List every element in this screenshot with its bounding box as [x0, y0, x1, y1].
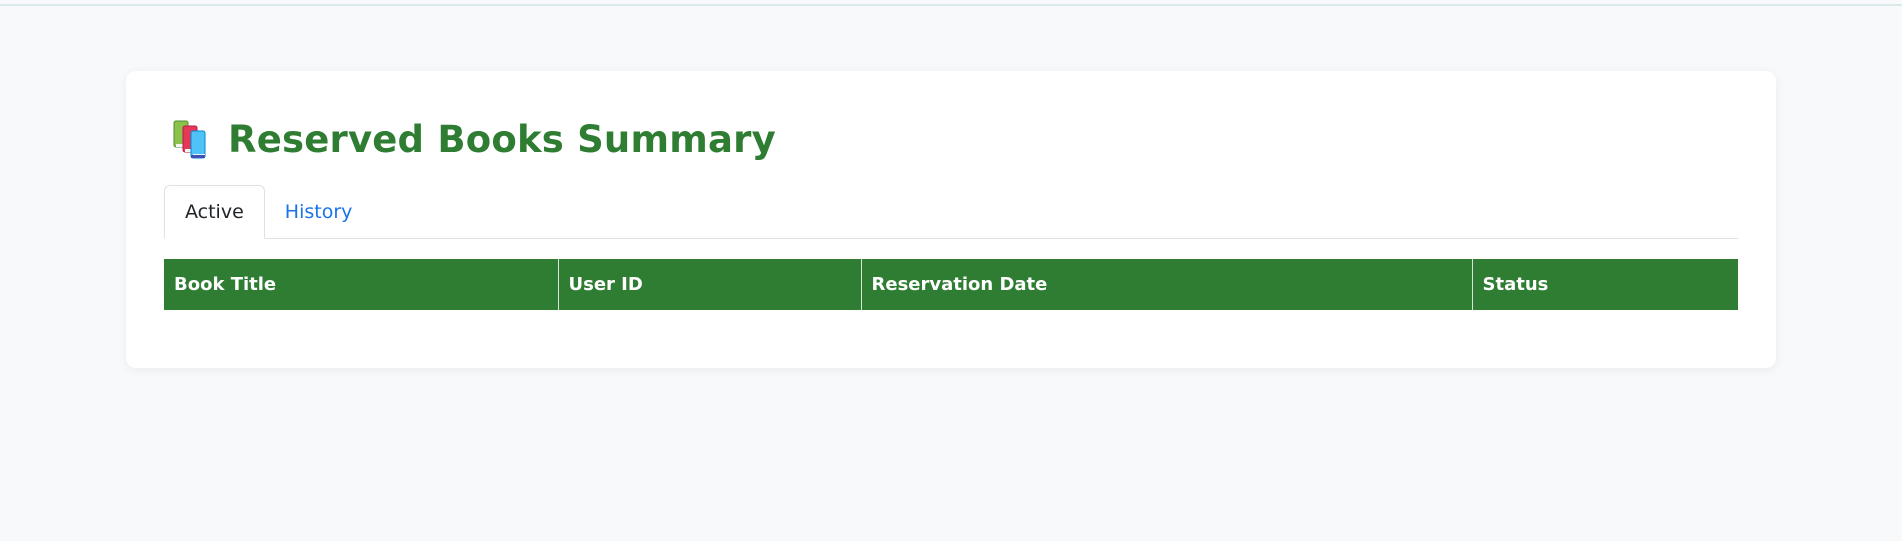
- page-title: Reserved Books Summary: [228, 117, 776, 161]
- books-icon: [170, 117, 214, 161]
- tab-history[interactable]: History: [265, 185, 373, 238]
- reservations-table-wrap: Book Title User ID Reservation Date Stat…: [164, 259, 1738, 310]
- title-row: Reserved Books Summary: [170, 111, 776, 167]
- column-header-user-id[interactable]: User ID: [558, 259, 862, 310]
- table-header-row: Book Title User ID Reservation Date Stat…: [164, 259, 1738, 310]
- reservations-card: Reserved Books Summary Active History Bo…: [126, 71, 1776, 368]
- tab-active[interactable]: Active: [164, 185, 265, 239]
- top-border: [0, 0, 1902, 6]
- tab-bar: Active History: [164, 185, 1738, 239]
- column-header-reservation-date[interactable]: Reservation Date: [861, 259, 1473, 310]
- column-header-book-title[interactable]: Book Title: [164, 259, 559, 310]
- column-header-status[interactable]: Status: [1472, 259, 1738, 310]
- reservations-table: Book Title User ID Reservation Date Stat…: [164, 259, 1738, 310]
